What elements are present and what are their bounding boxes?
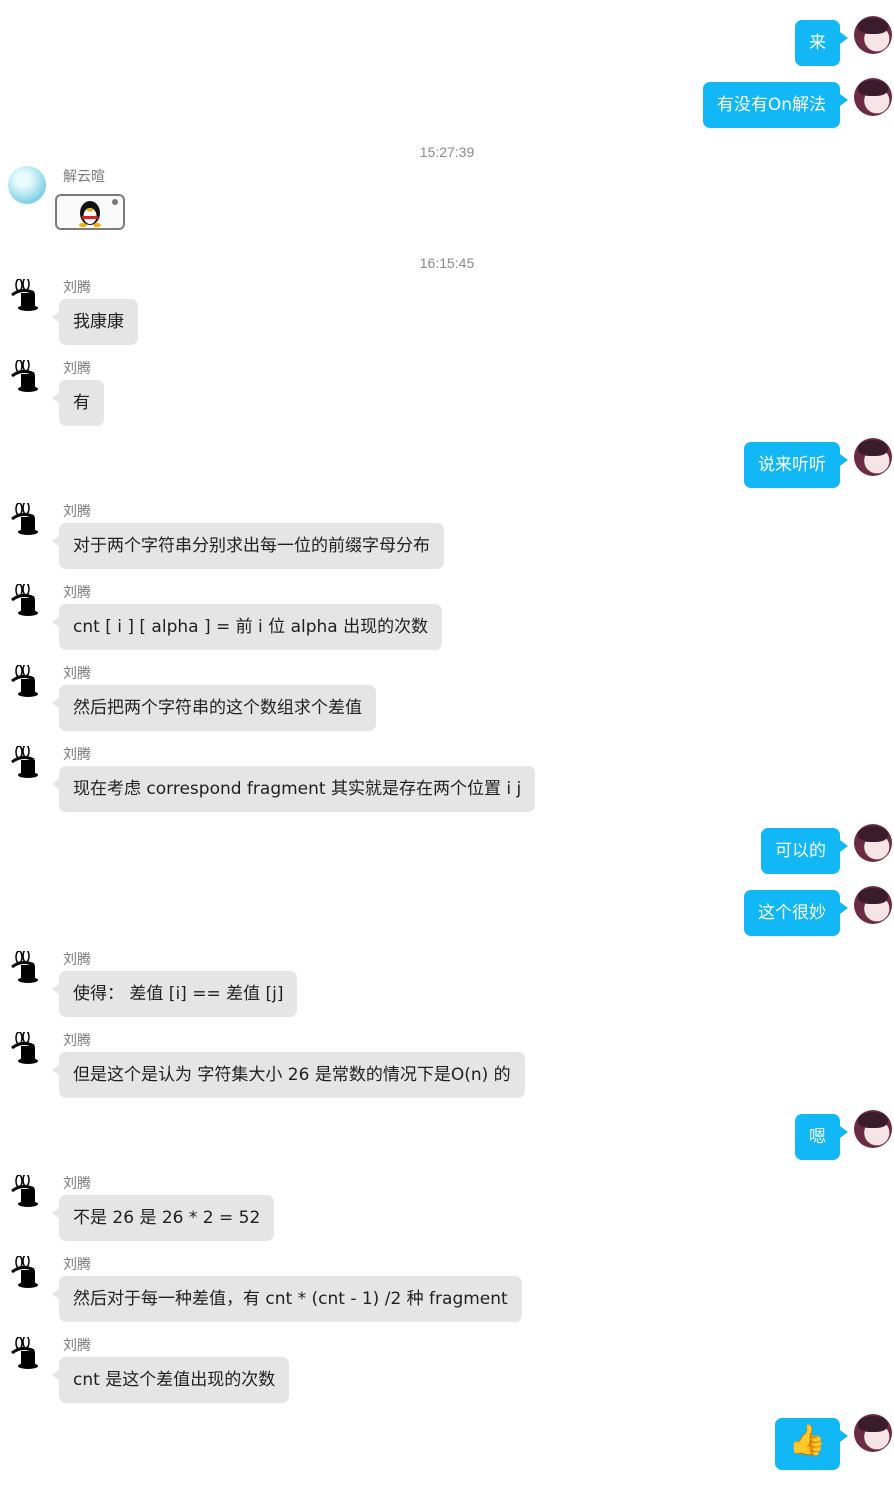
- message-bubble[interactable]: 不是 26 是 26 * 2 = 52: [51, 1195, 275, 1241]
- self-avatar[interactable]: [854, 78, 892, 116]
- penguin-icon: [79, 199, 118, 227]
- sender-name: 刘腾: [63, 1033, 91, 1049]
- message-bubble[interactable]: 有没有On解法: [702, 82, 849, 128]
- thumbs-up-emoji-bubble[interactable]: 👍: [774, 1418, 849, 1470]
- sender-name: 刘腾: [63, 1176, 91, 1192]
- rabbit-hat-avatar[interactable]: [8, 360, 42, 394]
- message-bubble[interactable]: 现在考虑 correspond fragment 其实就是存在两个位置 i j: [51, 766, 536, 812]
- rabbit-hat-avatar[interactable]: [8, 951, 42, 985]
- self-avatar[interactable]: [854, 1110, 892, 1148]
- rabbit-hat-avatar[interactable]: [8, 665, 42, 699]
- message-bubble[interactable]: 这个很妙: [744, 890, 848, 936]
- rabbit-hat-avatar[interactable]: [8, 1032, 42, 1066]
- message-bubble[interactable]: 我康康: [52, 299, 138, 345]
- rabbit-hat-avatar[interactable]: [8, 1175, 42, 1209]
- message-bubble[interactable]: 嗯: [795, 1114, 848, 1160]
- self-avatar[interactable]: [854, 1414, 892, 1452]
- message-bubble[interactable]: cnt [ i ] [ alpha ] = 前 i 位 alpha 出现的次数: [51, 604, 443, 650]
- qq-penguin-sticker[interactable]: [55, 194, 125, 230]
- self-avatar[interactable]: [854, 16, 892, 54]
- sender-name: 刘腾: [63, 280, 91, 296]
- self-avatar[interactable]: [854, 824, 892, 862]
- message-bubble[interactable]: 使得： 差值 [i] == 差值 [j]: [51, 971, 298, 1017]
- self-avatar[interactable]: [854, 438, 892, 476]
- message-bubble[interactable]: 但是这个是认为 字符集大小 26 是常数的情况下是O(n) 的: [52, 1052, 525, 1098]
- message-bubble[interactable]: 有: [52, 380, 104, 426]
- message-bubble[interactable]: 说来听听: [744, 442, 848, 488]
- sender-name: 刘腾: [63, 361, 91, 377]
- timestamp: 15:27:39: [419, 144, 475, 160]
- message-bubble[interactable]: 对于两个字符串分别求出每一位的前缀字母分布: [52, 523, 444, 569]
- sender-name: 刘腾: [63, 952, 91, 968]
- rabbit-hat-avatar[interactable]: [8, 279, 42, 313]
- message-bubble[interactable]: cnt 是这个差值出现的次数: [51, 1357, 290, 1403]
- message-bubble[interactable]: 来: [795, 20, 848, 66]
- sender-name: 解云暄: [63, 169, 105, 185]
- sender-name: 刘腾: [63, 666, 91, 682]
- sender-name: 刘腾: [63, 1257, 91, 1273]
- rabbit-hat-avatar[interactable]: [8, 1337, 42, 1371]
- sender-name: 刘腾: [63, 747, 91, 763]
- rabbit-hat-avatar[interactable]: [8, 584, 42, 618]
- sender-name: 刘腾: [63, 504, 91, 520]
- message-bubble[interactable]: 然后把两个字符串的这个数组求个差值: [52, 685, 376, 731]
- message-bubble[interactable]: 可以的: [761, 828, 848, 874]
- sender-name: 刘腾: [63, 585, 91, 601]
- self-avatar[interactable]: [854, 886, 892, 924]
- rabbit-hat-avatar[interactable]: [8, 1256, 42, 1290]
- rabbit-hat-avatar[interactable]: [8, 503, 42, 537]
- rabbit-hat-avatar[interactable]: [8, 746, 42, 780]
- message-bubble[interactable]: 然后对于每一种差值，有 cnt * (cnt - 1) /2 种 fragmen…: [52, 1276, 522, 1322]
- peer-avatar[interactable]: [8, 166, 46, 204]
- timestamp: 16:15:45: [419, 255, 475, 271]
- sender-name: 刘腾: [63, 1338, 91, 1354]
